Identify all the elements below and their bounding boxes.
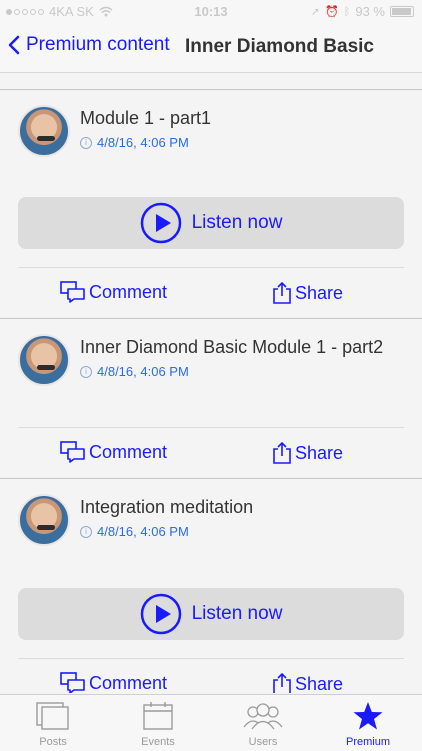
battery-percent: 93 % — [355, 4, 385, 19]
comment-label: Comment — [89, 281, 168, 302]
tab-label: Posts — [39, 736, 67, 748]
share-icon — [273, 441, 291, 464]
play-icon — [140, 202, 181, 244]
post-date: i 4/8/16, 4:06 PM — [80, 135, 189, 150]
avatar[interactable] — [18, 494, 70, 546]
nav-bar: Premium content Inner Diamond Basic — [0, 22, 422, 73]
avatar[interactable] — [18, 105, 70, 157]
post-actions: Comment Share — [0, 659, 422, 693]
share-label: Share — [295, 673, 344, 694]
tab-events[interactable]: Events — [113, 701, 203, 748]
post-actions: Comment Share — [0, 428, 422, 478]
status-right: ➚ ⏰ ᛒ 93 % — [311, 4, 414, 19]
alarm-icon: ⏰ — [325, 6, 339, 18]
post-title: Inner Diamond Basic Module 1 - part2 — [80, 337, 384, 357]
post-date: i 4/8/16, 4:06 PM — [80, 364, 189, 379]
post-date-text: 4/8/16, 4:06 PM — [97, 364, 189, 379]
post-header: Module 1 - part1 i 4/8/16, 4:06 PM — [0, 90, 422, 162]
tab-label: Events — [141, 736, 175, 748]
info-icon: i — [80, 365, 92, 378]
tab-premium[interactable]: Premium — [323, 701, 413, 748]
comment-label: Comment — [89, 672, 168, 693]
listen-now-button[interactable]: Listen now — [18, 588, 404, 640]
comment-label: Comment — [89, 441, 168, 462]
share-button[interactable]: Share — [272, 281, 343, 305]
share-label: Share — [295, 442, 344, 463]
play-icon — [140, 593, 181, 635]
back-label: Premium content — [26, 34, 170, 55]
page-title: Inner Diamond Basic — [185, 36, 374, 57]
calendar-icon — [143, 702, 173, 730]
avatar[interactable] — [18, 334, 70, 386]
battery-icon — [390, 6, 414, 17]
share-button[interactable]: Share — [272, 672, 343, 693]
tab-label: Premium — [345, 736, 390, 748]
share-label: Share — [295, 282, 344, 303]
post-title: Integration meditation — [80, 497, 254, 517]
post-actions: Comment Share — [0, 268, 422, 318]
post-date-text: 4/8/16, 4:06 PM — [97, 135, 189, 150]
post-feed[interactable]: Module 1 - part1 i 4/8/16, 4:06 PM Liste… — [0, 73, 422, 693]
post-header: Integration meditation i 4/8/16, 4:06 PM — [0, 479, 422, 551]
listen-label: Listen now — [191, 603, 283, 624]
tab-label: Users — [248, 736, 278, 748]
posts-icon — [36, 702, 69, 730]
star-icon — [353, 702, 383, 730]
back-button[interactable]: Premium content — [8, 34, 170, 56]
post-card: Integration meditation i 4/8/16, 4:06 PM… — [0, 479, 422, 693]
users-icon — [243, 703, 283, 730]
comment-button[interactable]: Comment — [60, 441, 167, 463]
status-bar: 4KA SK 10:13 ➚ ⏰ ᛒ 93 % — [0, 0, 422, 22]
listen-label: Listen now — [191, 212, 283, 233]
comment-button[interactable]: Comment — [60, 281, 167, 303]
listen-now-button[interactable]: Listen now — [18, 197, 404, 249]
post-date-text: 4/8/16, 4:06 PM — [97, 524, 189, 539]
post-title: Module 1 - part1 — [80, 108, 212, 128]
tab-bar: Posts Events Users Premium — [0, 694, 422, 751]
share-button[interactable]: Share — [272, 441, 343, 465]
tab-users[interactable]: Users — [218, 701, 308, 748]
post-header: Inner Diamond Basic Module 1 - part2 i 4… — [0, 319, 422, 391]
info-icon: i — [80, 136, 92, 149]
tab-posts[interactable]: Posts — [8, 701, 98, 748]
comment-icon — [60, 672, 85, 693]
info-icon: i — [80, 525, 92, 538]
post-card: Inner Diamond Basic Module 1 - part2 i 4… — [0, 319, 422, 478]
comment-icon — [60, 441, 85, 463]
post-card: Module 1 - part1 i 4/8/16, 4:06 PM Liste… — [0, 90, 422, 318]
bluetooth-icon: ᛒ — [343, 5, 351, 18]
share-icon — [273, 672, 291, 693]
share-icon — [273, 281, 291, 304]
location-icon: ➚ — [310, 6, 321, 18]
comment-button[interactable]: Comment — [60, 672, 167, 693]
post-date: i 4/8/16, 4:06 PM — [80, 524, 189, 539]
comment-icon — [60, 281, 85, 303]
chevron-left-icon — [8, 35, 20, 55]
